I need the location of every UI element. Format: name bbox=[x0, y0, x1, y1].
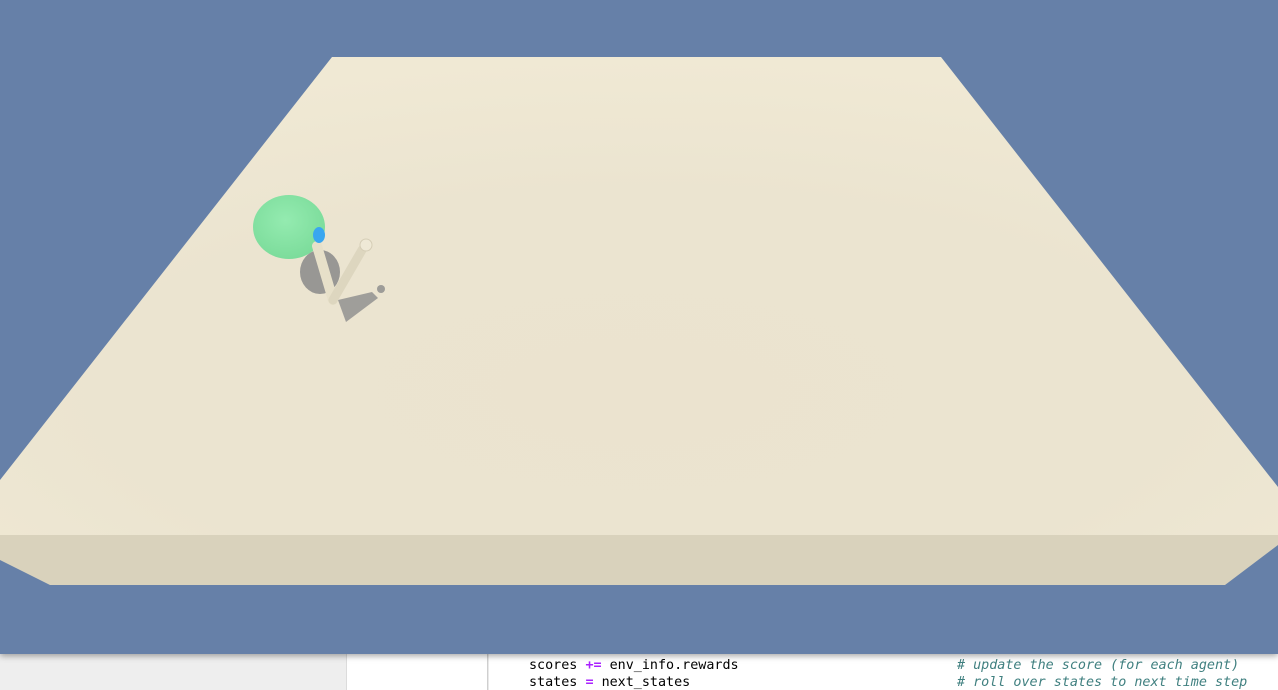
code-comment: # update the score (for each agent) bbox=[957, 658, 1240, 673]
arm-hand bbox=[313, 227, 325, 243]
floor-front bbox=[0, 535, 1278, 585]
shadow-tip bbox=[377, 285, 385, 293]
simulation-viewport bbox=[0, 57, 1278, 585]
desktop: scores += env_info.rewards # update the … bbox=[0, 0, 1278, 690]
code-comment: # roll over states to next time step bbox=[957, 675, 1248, 690]
simulation-window[interactable] bbox=[0, 0, 1278, 654]
code-line: scores += env_info.rewards bbox=[529, 658, 739, 673]
code-line: states = next_states bbox=[529, 675, 691, 690]
arm-joint-tip bbox=[359, 238, 373, 252]
floor-top bbox=[0, 57, 1278, 535]
